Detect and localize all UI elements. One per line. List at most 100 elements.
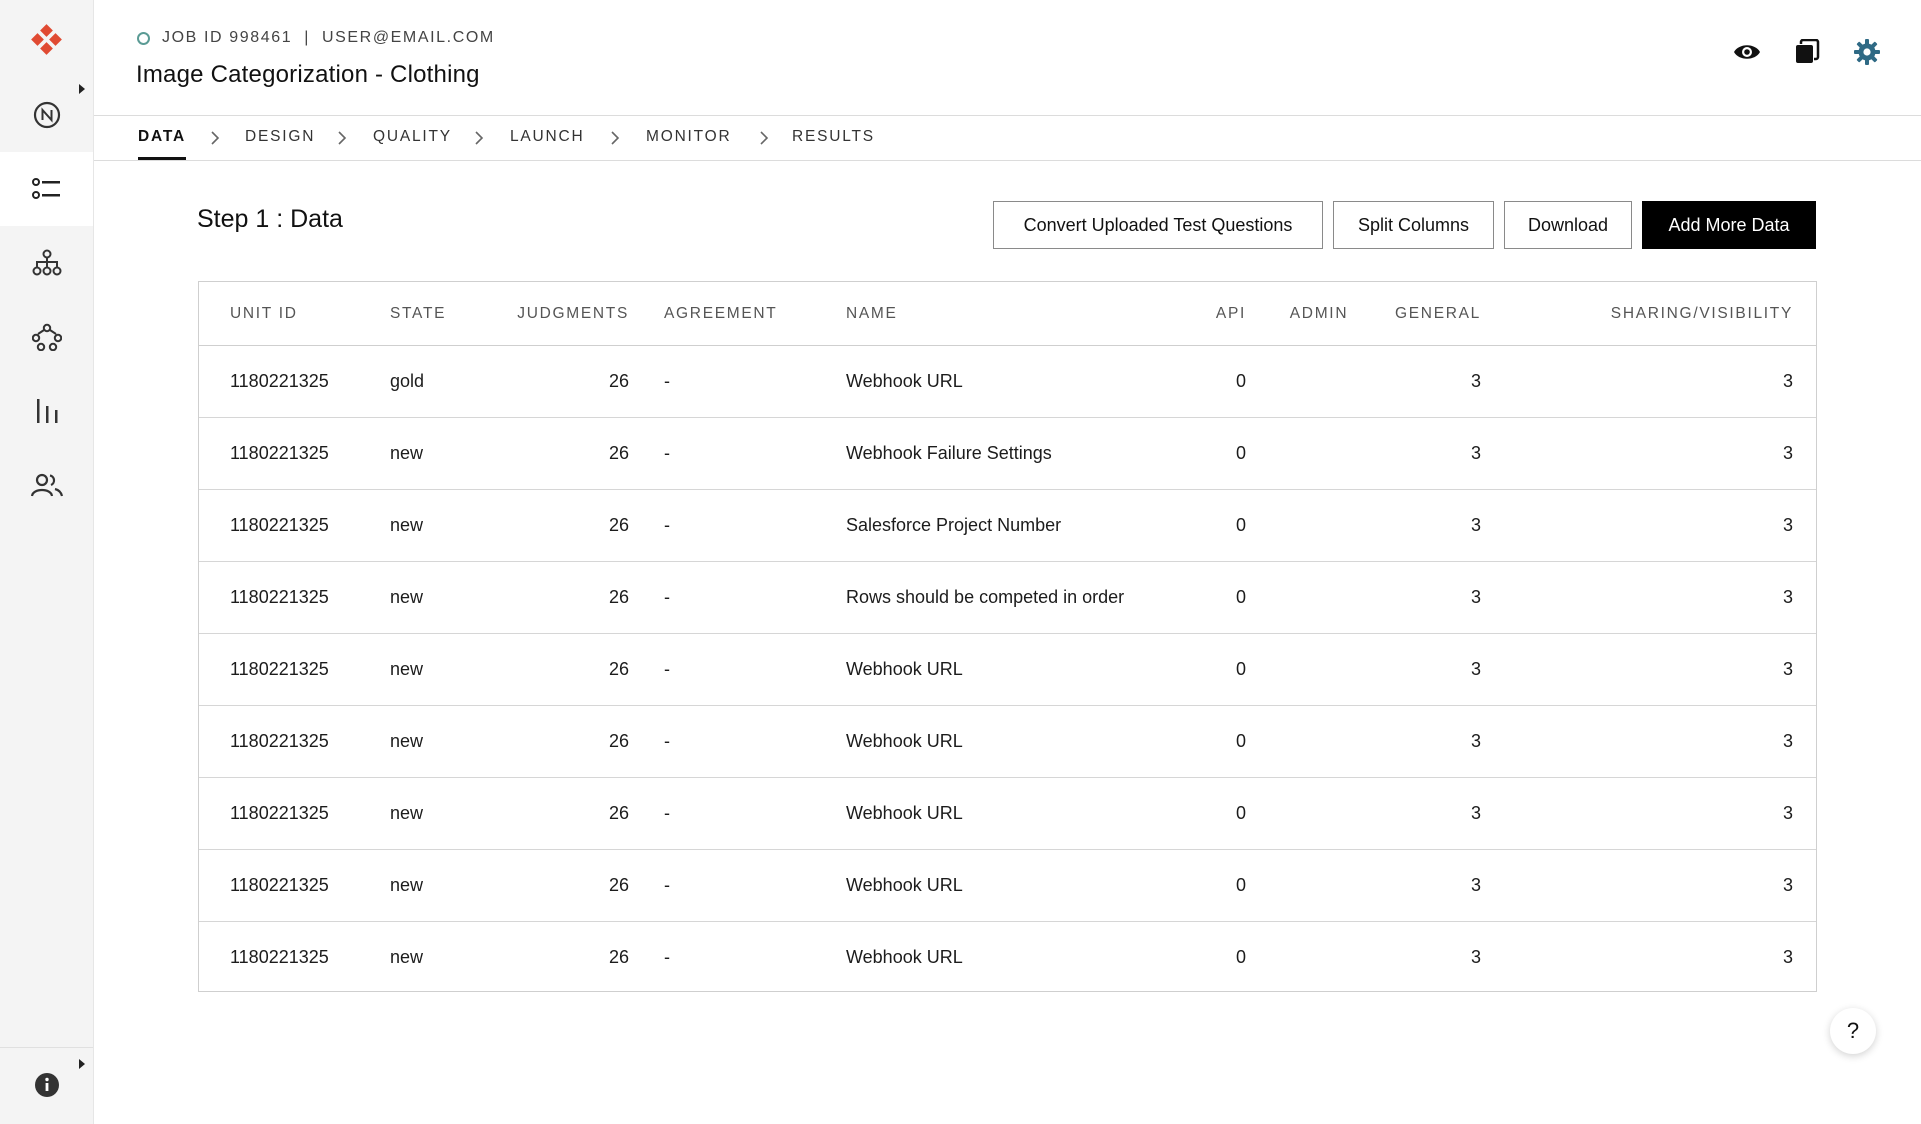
download-button[interactable]: Download bbox=[1504, 201, 1632, 249]
tab-quality[interactable]: QUALITY bbox=[373, 128, 452, 156]
help-button[interactable]: ? bbox=[1830, 1008, 1876, 1054]
convert-test-questions-button[interactable]: Convert Uploaded Test Questions bbox=[993, 201, 1323, 249]
column-header-api[interactable]: API bbox=[1157, 282, 1270, 346]
sidebar-item-hierarchy[interactable] bbox=[0, 226, 93, 300]
cell-unit-id: 1180221325 bbox=[199, 345, 390, 418]
column-header-name[interactable]: NAME bbox=[819, 282, 1157, 346]
sidebar-item-team[interactable] bbox=[0, 448, 93, 522]
job-id: JOB ID 998461 bbox=[162, 29, 293, 46]
cell-agreement: - bbox=[664, 947, 670, 967]
cell-api: 0 bbox=[1157, 705, 1270, 778]
cell-admin bbox=[1270, 633, 1368, 706]
cell-sharing-visibility: 3 bbox=[1498, 561, 1816, 634]
cell-api: 0 bbox=[1157, 849, 1270, 922]
list-icon bbox=[31, 177, 62, 201]
cell-state: gold bbox=[390, 345, 487, 418]
cell-sharing-visibility: 3 bbox=[1498, 417, 1816, 490]
cell-api: 0 bbox=[1157, 417, 1270, 490]
cell-general: 3 bbox=[1368, 489, 1498, 562]
table-row[interactable]: 1180221325 new 26- Rows should be competed … bbox=[199, 561, 1816, 634]
cell-admin bbox=[1270, 345, 1368, 418]
cell-agreement: - bbox=[640, 561, 819, 634]
settings-gear-icon[interactable] bbox=[1853, 38, 1881, 66]
cell-judgments: 26 bbox=[487, 489, 640, 562]
cell-api: 0 bbox=[1235, 947, 1246, 967]
team-icon bbox=[30, 471, 64, 499]
job-meta: JOB ID 998461 | USER@EMAIL.COM bbox=[137, 29, 495, 47]
column-header-unit-id[interactable]: UNIT ID bbox=[199, 282, 390, 346]
cell-agreement: - bbox=[640, 489, 819, 562]
copy-icon[interactable] bbox=[1793, 38, 1821, 66]
cell-name: Salesforce Project Number bbox=[819, 489, 1157, 562]
chevron-right-icon bbox=[611, 131, 620, 145]
add-more-data-button[interactable]: Add More Data bbox=[1642, 201, 1816, 249]
sidebar-item-notifications[interactable] bbox=[0, 78, 93, 152]
header-actions bbox=[1733, 38, 1881, 66]
table-body: 1180221325 gold 26- Webhook URL 0 3 3 118022132… bbox=[199, 345, 1816, 994]
cell-judgments: 26 bbox=[487, 561, 640, 634]
table-row[interactable]: 1180221325 gold 26- Webhook URL 0 3 3 bbox=[199, 345, 1816, 418]
sidebar-item-data[interactable] bbox=[0, 152, 93, 226]
table-row[interactable]: 1180221325 new 26- Webhook URL 0 3 3 bbox=[199, 922, 1816, 994]
sidebar-item-analytics[interactable] bbox=[0, 374, 93, 448]
table-row[interactable]: 1180221325 new 26- Webhook URL 0 3 3 bbox=[199, 633, 1816, 706]
tab-data[interactable]: DATA bbox=[138, 128, 186, 160]
cell-state: new bbox=[390, 947, 424, 967]
table-row[interactable]: 1180221325 new 26- Salesforce Project Numbe… bbox=[199, 489, 1816, 562]
cell-admin bbox=[1270, 705, 1368, 778]
page-title: Image Categorization - Clothing bbox=[136, 61, 480, 88]
cell-general: 3 bbox=[1368, 633, 1498, 706]
cell-name: Webhook URL bbox=[819, 777, 1157, 850]
cell-name: Webhook URL bbox=[819, 849, 1157, 922]
job-header: JOB ID 998461 | USER@EMAIL.COM Image Cat… bbox=[94, 0, 1921, 116]
logo-icon[interactable] bbox=[30, 24, 62, 56]
cell-state: new bbox=[390, 561, 487, 634]
table-header-row: UNIT ID STATE JUDGMENTS AGREEMENT NAME A… bbox=[199, 282, 1816, 346]
cell-unit-id: 1180221325 bbox=[199, 633, 390, 706]
cell-agreement: - bbox=[640, 345, 819, 418]
table-row[interactable]: 1180221325 new 26- Webhook Failure Settings… bbox=[199, 417, 1816, 490]
preview-eye-icon[interactable] bbox=[1733, 38, 1761, 66]
table-row[interactable]: 1180221325 new 26- Webhook URL 0 3 3 bbox=[199, 705, 1816, 778]
cell-general: 3 bbox=[1368, 561, 1498, 634]
cell-sharing-visibility: 3 bbox=[1498, 849, 1816, 922]
cell-general: 3 bbox=[1368, 417, 1498, 490]
cell-general: 3 bbox=[1368, 705, 1498, 778]
tab-launch[interactable]: LAUNCH bbox=[510, 128, 585, 156]
meta-separator: | bbox=[304, 29, 310, 46]
column-header-sharing-visibility[interactable]: SHARING/VISIBILITY bbox=[1498, 282, 1816, 346]
sidebar-footer bbox=[0, 1047, 93, 1124]
cell-name: Webhook URL bbox=[819, 705, 1157, 778]
cell-judgments: 26 bbox=[487, 777, 640, 850]
split-columns-button[interactable]: Split Columns bbox=[1333, 201, 1494, 249]
cell-admin bbox=[1270, 849, 1368, 922]
cell-name: Webhook Failure Settings bbox=[819, 417, 1157, 490]
cell-name: Webhook URL bbox=[819, 345, 1157, 418]
cell-agreement: - bbox=[640, 705, 819, 778]
column-header-general[interactable]: GENERAL bbox=[1368, 282, 1498, 346]
cell-general: 3 bbox=[1368, 777, 1498, 850]
sidebar-item-info[interactable] bbox=[0, 1048, 93, 1122]
step-title: Step 1 : Data bbox=[197, 205, 343, 233]
workflow-tabs: DATA DESIGN QUALITY LAUNCH MONITOR RESUL… bbox=[94, 116, 1921, 161]
cell-unit-id: 1180221325 bbox=[199, 777, 390, 850]
tab-results[interactable]: RESULTS bbox=[792, 128, 875, 156]
table-row[interactable]: 1180221325 new 26- Webhook URL 0 3 3 bbox=[199, 849, 1816, 922]
cell-admin bbox=[1270, 489, 1368, 562]
column-header-admin[interactable]: ADMIN bbox=[1270, 282, 1368, 346]
column-header-judgments[interactable]: JUDGMENTS bbox=[487, 282, 640, 346]
cell-admin bbox=[1270, 777, 1368, 850]
status-dot-icon bbox=[137, 31, 150, 45]
cell-sharing-visibility: 3 bbox=[1498, 777, 1816, 850]
tab-design[interactable]: DESIGN bbox=[245, 128, 315, 156]
cell-judgments: 26 bbox=[487, 633, 640, 706]
cell-general: 3 bbox=[1368, 849, 1498, 922]
cell-general: 3 bbox=[1470, 947, 1481, 967]
table-row[interactable]: 1180221325 new 26- Webhook URL 0 3 3 bbox=[199, 777, 1816, 850]
column-header-state[interactable]: STATE bbox=[390, 282, 487, 346]
data-table: UNIT ID STATE JUDGMENTS AGREEMENT NAME A… bbox=[198, 281, 1817, 992]
cell-state: new bbox=[390, 849, 487, 922]
tab-monitor[interactable]: MONITOR bbox=[646, 128, 732, 156]
sidebar-item-workflow[interactable] bbox=[0, 300, 93, 374]
column-header-agreement[interactable]: AGREEMENT bbox=[640, 282, 819, 346]
